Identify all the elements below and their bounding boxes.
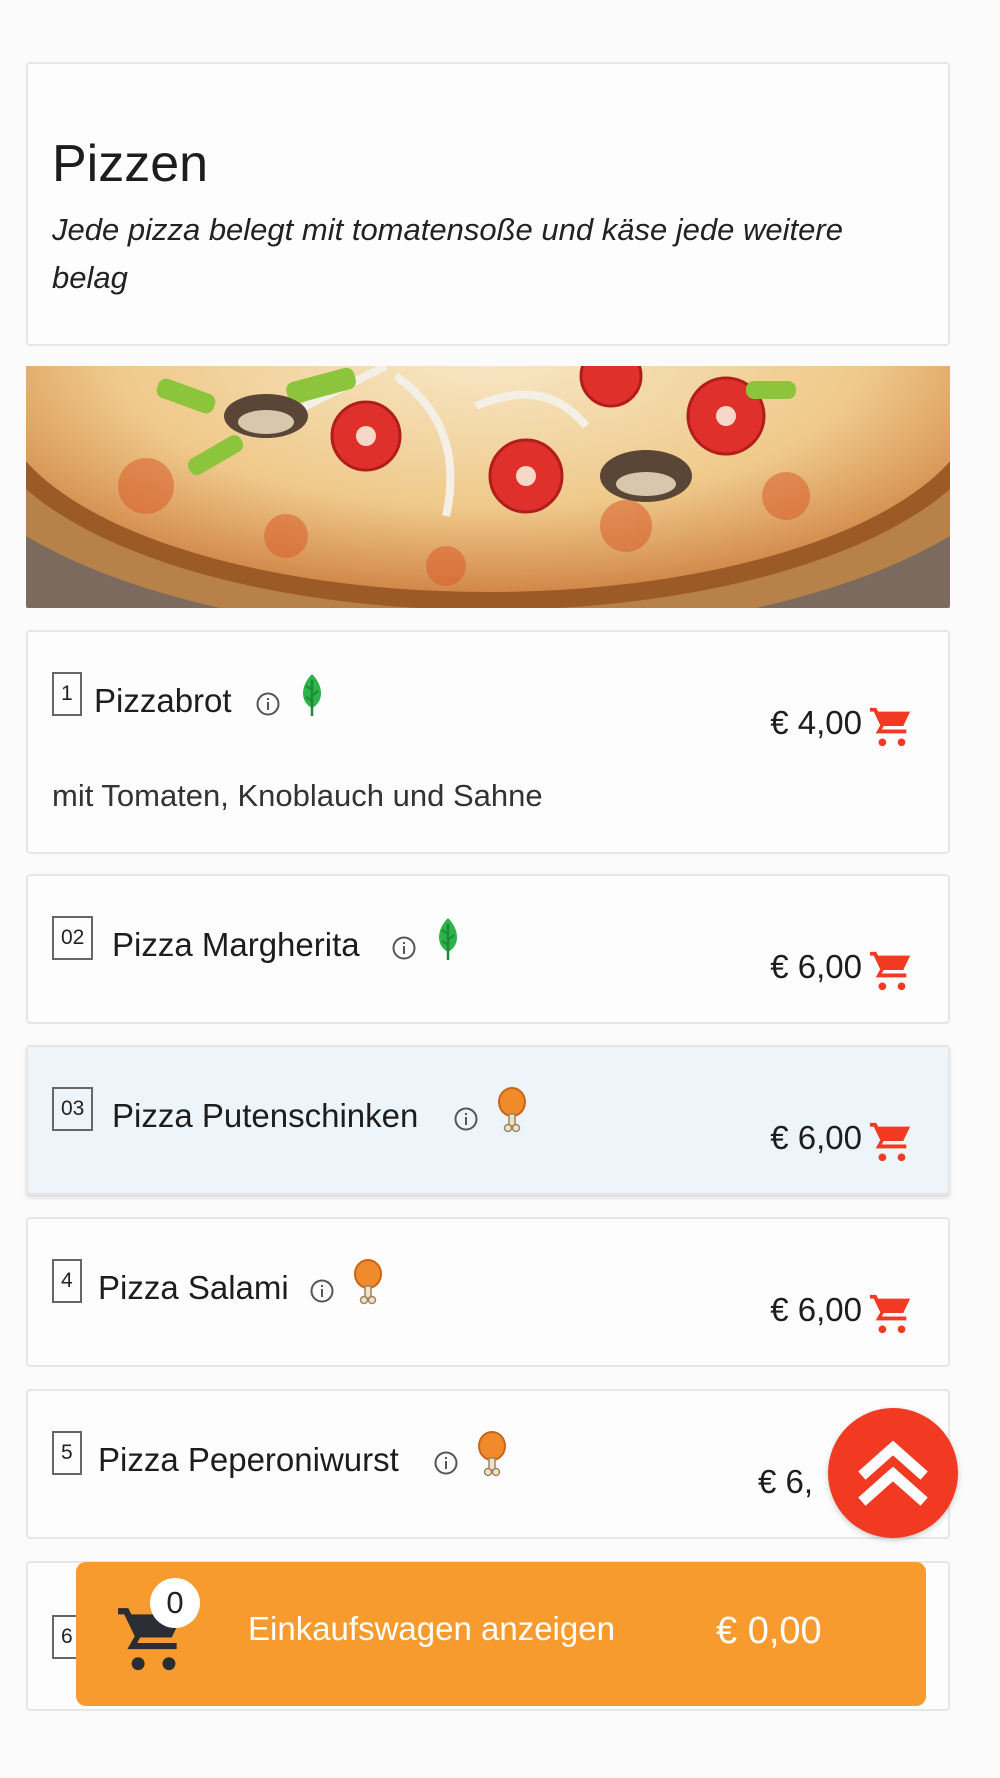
meat-drumstick-icon bbox=[478, 1431, 506, 1477]
add-to-cart-icon[interactable] bbox=[868, 704, 914, 750]
menu-item[interactable]: 1 Pizzabrot € 4,00 mit Tomaten, Knoblauc… bbox=[26, 630, 950, 854]
item-name: Pizza Putenschinken bbox=[112, 1097, 419, 1134]
item-price: € 4,00 bbox=[770, 704, 862, 741]
info-icon[interactable] bbox=[256, 692, 280, 716]
scroll-to-top-button[interactable] bbox=[828, 1408, 958, 1538]
category-description: Jede pizza belegt mit tomatensoße und kä… bbox=[52, 212, 843, 295]
cart-total: € 0,00 bbox=[716, 1610, 822, 1652]
vegetarian-leaf-icon bbox=[439, 918, 457, 960]
category-header: Pizzen Jede pizza belegt mit tomatensoße… bbox=[26, 62, 950, 346]
info-icon[interactable] bbox=[434, 1451, 458, 1475]
item-name: Pizza Peperoniwurst bbox=[98, 1441, 399, 1478]
menu-item[interactable]: 4 Pizza Salami € 6,00 bbox=[26, 1217, 950, 1367]
item-number: 1 bbox=[52, 672, 82, 716]
item-name: Pizza Salami bbox=[98, 1269, 289, 1306]
view-cart-button[interactable]: 0 Einkaufswagen anzeigen € 0,00 bbox=[76, 1562, 926, 1706]
view-cart-label: Einkaufswagen anzeigen bbox=[248, 1610, 615, 1647]
category-title: Pizzen bbox=[52, 135, 209, 193]
add-to-cart-icon[interactable] bbox=[868, 948, 914, 994]
vegetarian-leaf-icon bbox=[303, 674, 321, 716]
menu-item[interactable]: 02 Pizza Margherita € 6,00 bbox=[26, 874, 950, 1024]
category-banner-image bbox=[26, 366, 950, 608]
item-name: Pizza Margherita bbox=[112, 926, 360, 963]
info-icon[interactable] bbox=[310, 1279, 334, 1303]
item-price: € 6,00 bbox=[770, 1119, 862, 1156]
item-number: 4 bbox=[52, 1259, 82, 1303]
item-price: € 6, bbox=[758, 1463, 814, 1500]
meat-drumstick-icon bbox=[498, 1087, 526, 1133]
item-description: mit Tomaten, Knoblauch und Sahne bbox=[52, 778, 543, 813]
menu-item[interactable]: 5 Pizza Peperoniwurst € 6, bbox=[26, 1389, 950, 1539]
item-number: 5 bbox=[52, 1431, 82, 1475]
info-icon[interactable] bbox=[392, 936, 416, 960]
item-name: Pizzabrot bbox=[94, 682, 232, 719]
item-price: € 6,00 bbox=[770, 948, 862, 985]
item-number: 03 bbox=[52, 1087, 94, 1131]
add-to-cart-icon[interactable] bbox=[868, 1291, 914, 1337]
double-chevron-up-icon bbox=[858, 1440, 928, 1506]
meat-drumstick-icon bbox=[354, 1259, 382, 1305]
item-number: 02 bbox=[52, 916, 94, 960]
item-price: € 6,00 bbox=[770, 1291, 862, 1328]
menu-item[interactable]: 03 Pizza Putenschinken € 6,00 bbox=[26, 1045, 950, 1195]
cart-count-badge: 0 bbox=[150, 1578, 200, 1628]
add-to-cart-icon[interactable] bbox=[868, 1119, 914, 1165]
info-icon[interactable] bbox=[454, 1107, 478, 1131]
